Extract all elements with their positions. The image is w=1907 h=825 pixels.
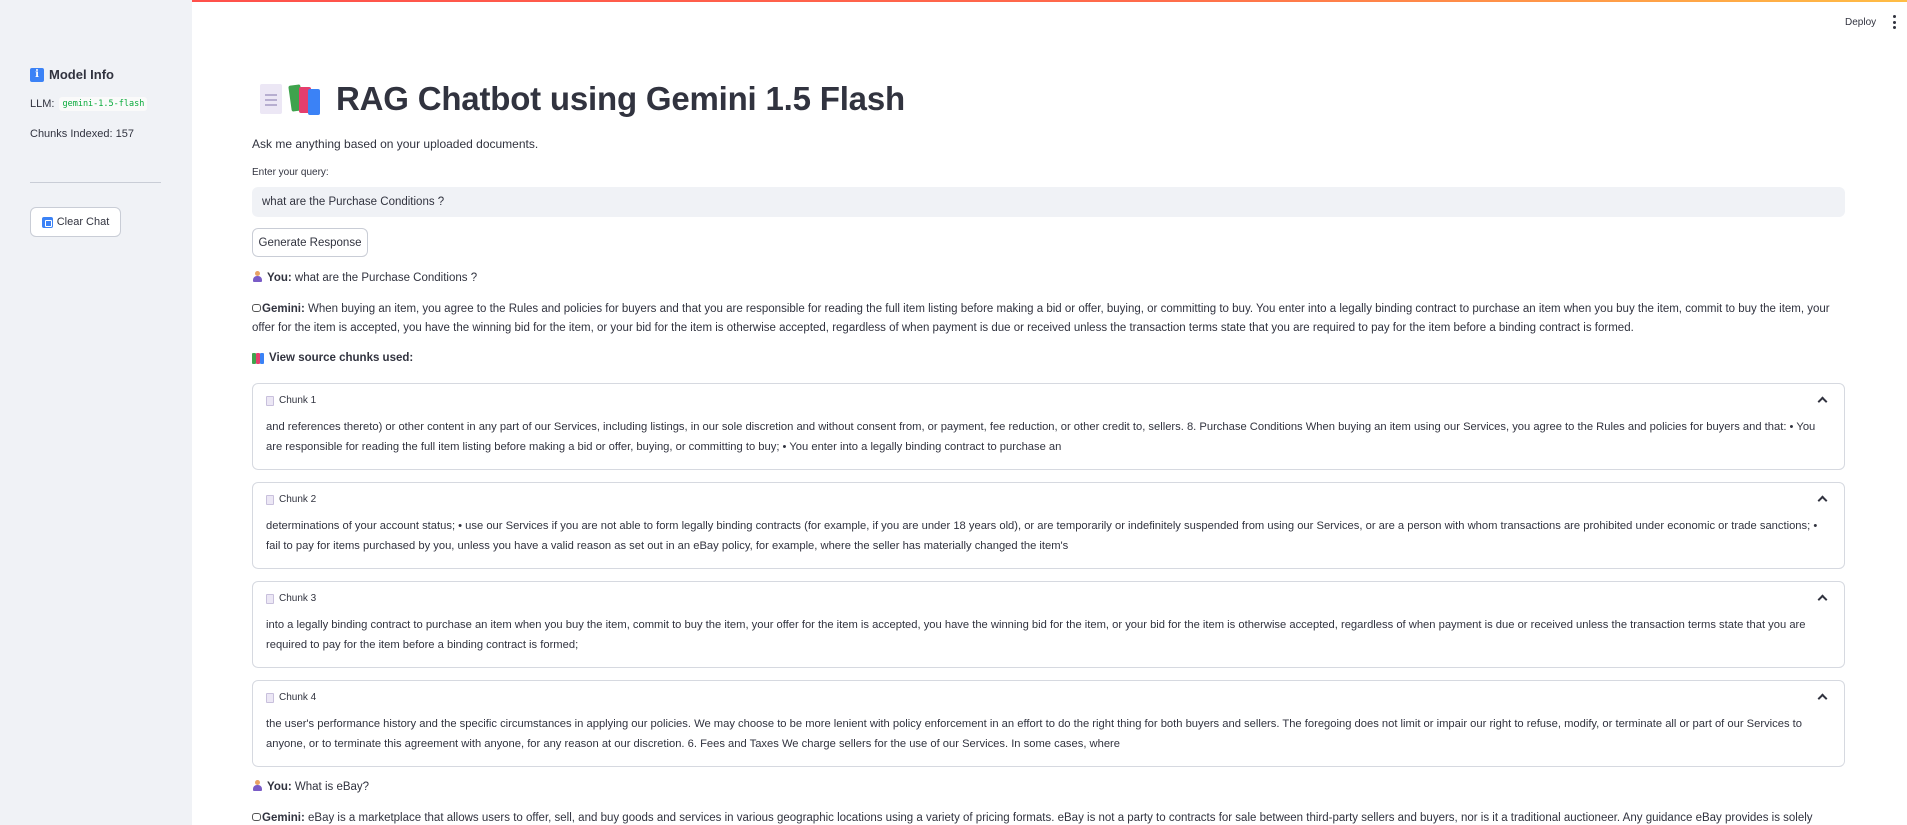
chevron-up-icon[interactable] (1817, 693, 1828, 704)
source-chunks-heading: View source chunks used: (252, 352, 413, 364)
user-message: You: what are the Purchase Conditions ? (252, 269, 1845, 288)
user-avatar-icon (252, 271, 263, 282)
user-message: You: What is eBay? (252, 778, 1845, 797)
page-icon (266, 395, 274, 406)
chunks-indexed: Chunks Indexed: 157 (30, 128, 134, 140)
page-icon (266, 593, 274, 604)
model-info-heading: i Model Info (30, 67, 114, 82)
chunk-expander-4[interactable]: Chunk 4 the user's performance history a… (252, 680, 1845, 767)
clear-icon (41, 216, 53, 228)
chunk-text: determinations of your account status; •… (266, 520, 1818, 552)
chunk-header[interactable]: Chunk 2 (266, 494, 316, 505)
chunk-title: Chunk 4 (279, 692, 317, 703)
chunk-expander-2[interactable]: Chunk 2 determinations of your account s… (252, 482, 1845, 569)
bot-message: Gemini: When buying an item, you agree t… (252, 300, 1845, 338)
chunk-header[interactable]: Chunk 1 (266, 395, 316, 406)
chunk-text: and references thereto) or other content… (266, 421, 1816, 453)
main-menu-icon[interactable] (1891, 15, 1897, 29)
chunk-title: Chunk 2 (279, 494, 317, 505)
robot-icon (252, 813, 261, 821)
model-info-title: Model Info (49, 67, 114, 82)
page-icon (266, 494, 274, 505)
page-subtitle: Ask me anything based on your uploaded d… (252, 137, 539, 151)
page-icon (266, 692, 274, 703)
user-message-text: What is eBay? (294, 781, 370, 793)
source-chunks-label: View source chunks used: (269, 352, 414, 364)
query-input[interactable] (252, 187, 1845, 217)
bot-label: Gemini: (262, 303, 305, 315)
info-icon: i (30, 67, 44, 82)
chevron-up-icon[interactable] (1817, 594, 1828, 605)
user-label: You: (267, 781, 292, 793)
llm-info: LLM: gemini-1.5-flash (30, 97, 148, 111)
clear-chat-button[interactable]: Clear Chat (30, 207, 121, 237)
chevron-up-icon[interactable] (1817, 495, 1828, 506)
user-label: You: (267, 272, 292, 284)
clear-chat-label: Clear Chat (56, 216, 110, 228)
chunk-text: into a legally binding contract to purch… (266, 619, 1806, 651)
bot-message-text: When buying an item, you agree to the Ru… (252, 303, 1830, 334)
llm-label: LLM: (30, 98, 55, 110)
robot-icon (252, 304, 261, 312)
chunk-header[interactable]: Chunk 4 (266, 692, 316, 703)
bot-message: Gemini: eBay is a marketplace that allow… (252, 809, 1845, 825)
user-message-text: what are the Purchase Conditions ? (294, 272, 478, 284)
sidebar: i Model Info LLM: gemini-1.5-flash Chunk… (0, 0, 192, 825)
document-icon (260, 84, 282, 114)
bot-label: Gemini: (262, 812, 305, 824)
sidebar-divider (30, 182, 161, 183)
chunk-title: Chunk 1 (279, 395, 317, 406)
generate-response-button[interactable]: Generate Response (252, 228, 368, 257)
chunk-title: Chunk 3 (279, 593, 317, 604)
query-label: Enter your query: (252, 167, 329, 178)
chunk-expander-1[interactable]: Chunk 1 and references thereto) or other… (252, 383, 1845, 470)
top-decoration-bar (0, 0, 1907, 2)
llm-model-code: gemini-1.5-flash (59, 97, 148, 111)
chevron-up-icon[interactable] (1817, 396, 1828, 407)
deploy-button[interactable]: Deploy (1845, 17, 1876, 28)
chunk-header[interactable]: Chunk 3 (266, 593, 316, 604)
chunk-text: the user's performance history and the s… (266, 718, 1802, 750)
bot-message-text: eBay is a marketplace that allows users … (308, 812, 1813, 824)
user-avatar-icon (252, 780, 263, 791)
books-icon (252, 352, 264, 364)
page-title: RAG Chatbot using Gemini 1.5 Flash (336, 80, 905, 117)
books-icon (288, 83, 322, 115)
page-title-row: RAG Chatbot using Gemini 1.5 Flash (260, 80, 905, 118)
chunk-expander-3[interactable]: Chunk 3 into a legally binding contract … (252, 581, 1845, 668)
